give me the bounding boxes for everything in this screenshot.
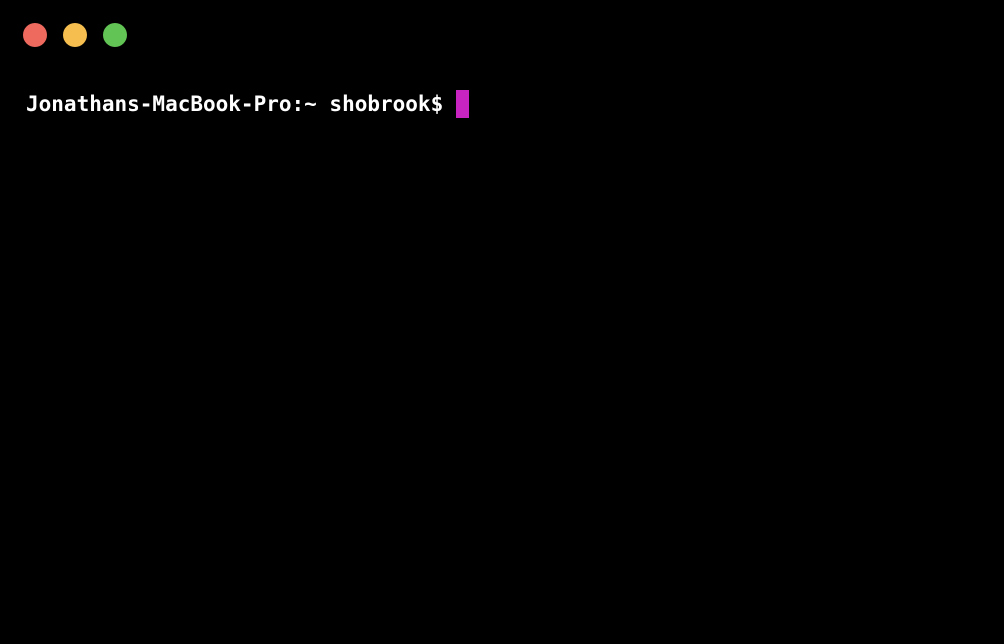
- prompt-line: Jonathans-MacBook-Pro:~ shobrook$: [26, 88, 978, 120]
- close-window-button[interactable]: [23, 23, 47, 47]
- terminal-body[interactable]: Jonathans-MacBook-Pro:~ shobrook$: [26, 88, 978, 624]
- shell-prompt: Jonathans-MacBook-Pro:~ shobrook$: [26, 92, 444, 116]
- minimize-window-button[interactable]: [63, 23, 87, 47]
- zoom-window-button[interactable]: [103, 23, 127, 47]
- window-controls: [23, 23, 127, 47]
- text-cursor: [456, 90, 470, 118]
- terminal-window: Jonathans-MacBook-Pro:~ shobrook$: [0, 0, 1004, 644]
